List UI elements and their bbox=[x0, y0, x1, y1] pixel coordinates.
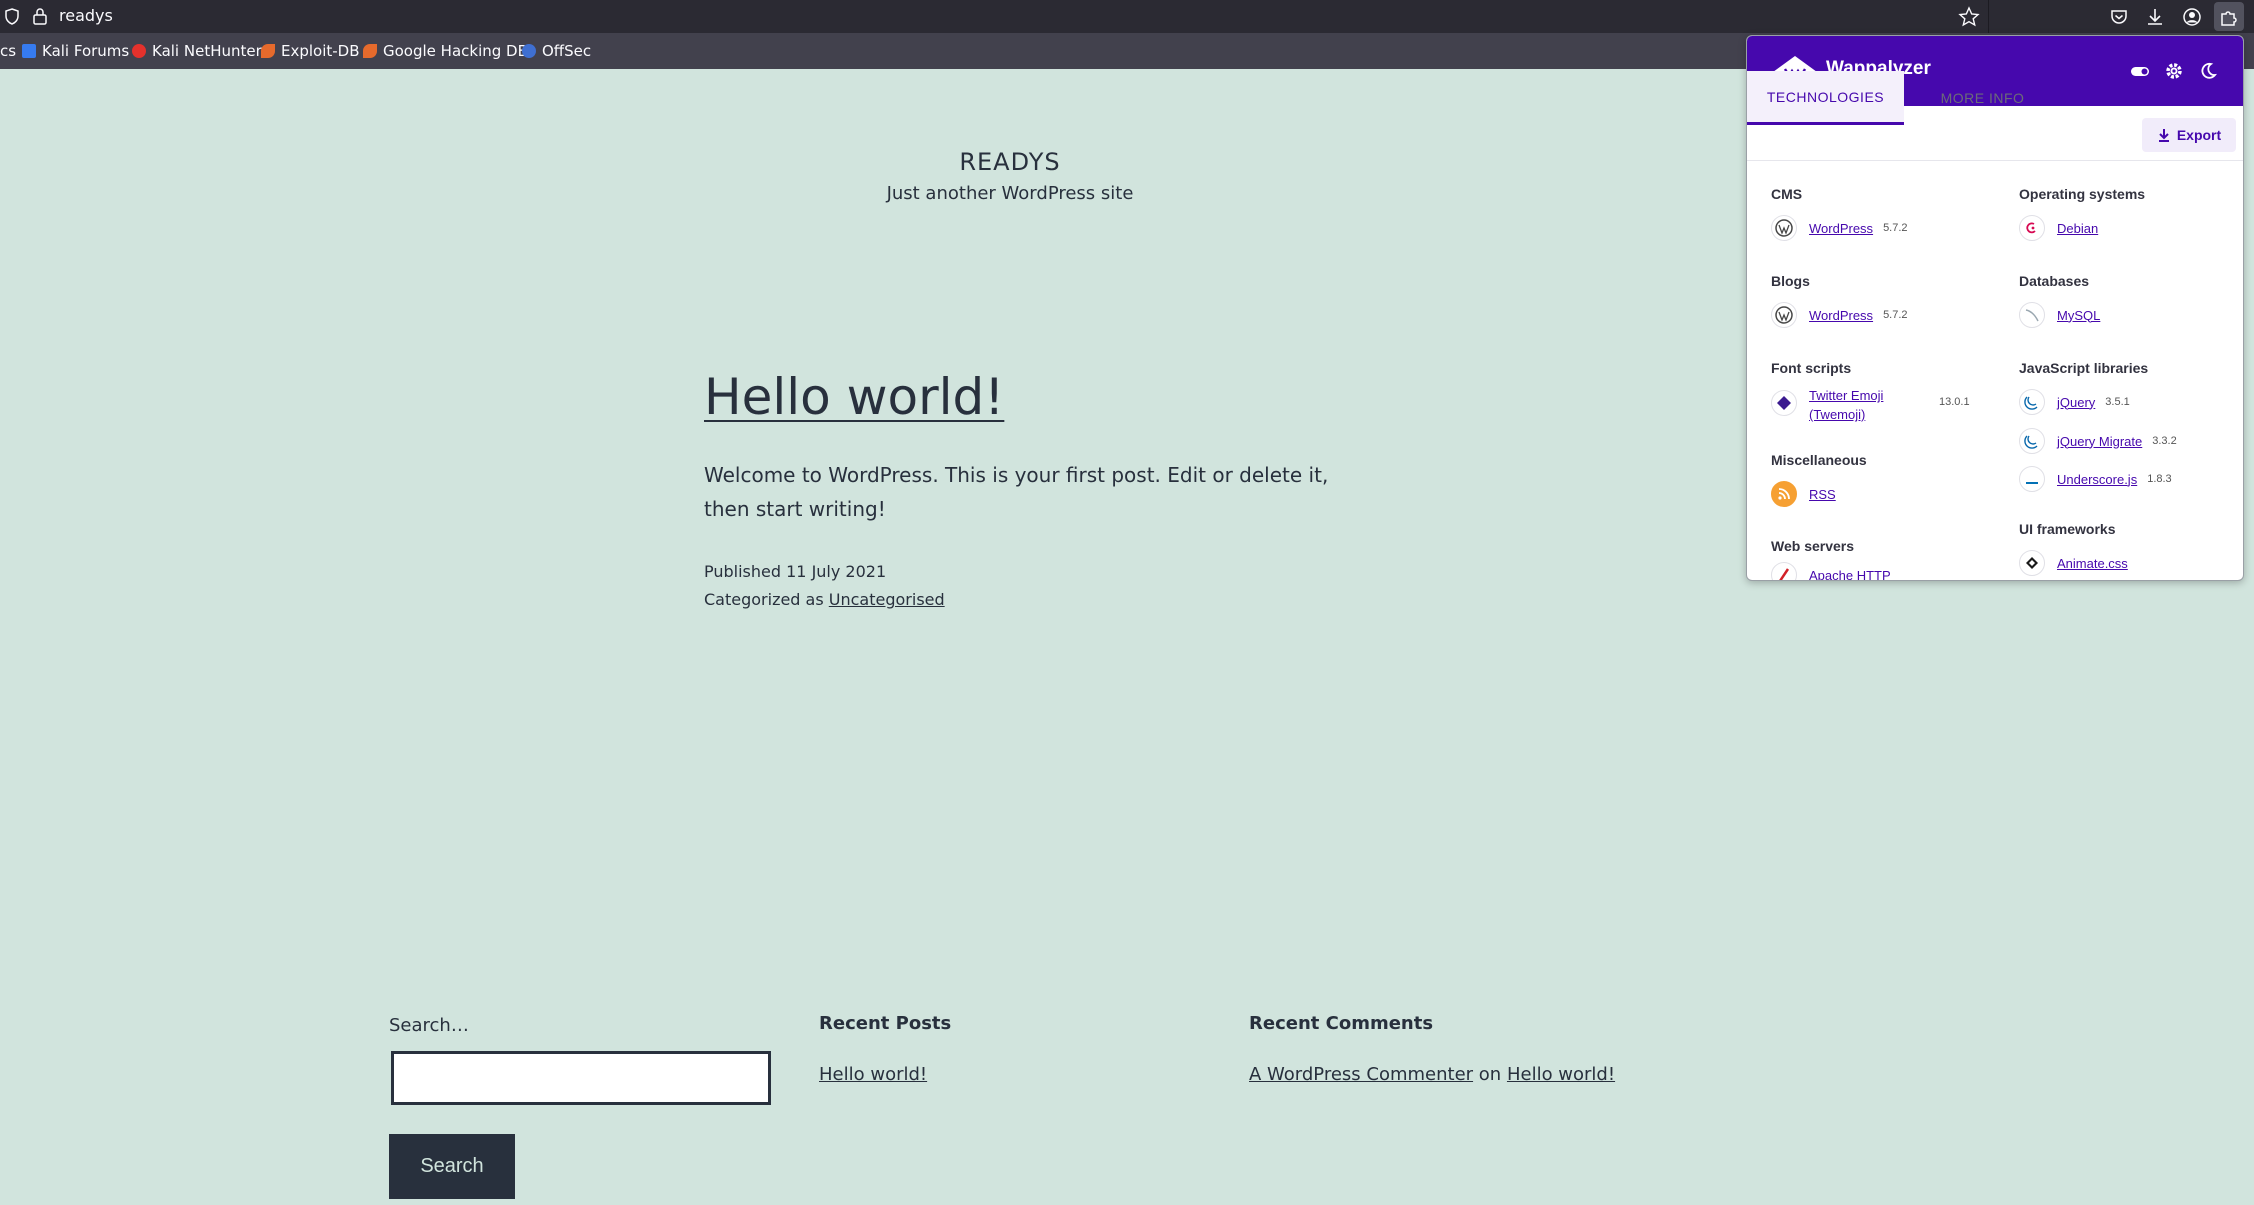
comment-post-link[interactable]: Hello world! bbox=[1507, 1064, 1615, 1085]
wordpress-icon bbox=[1771, 302, 1797, 328]
kali-nethunter-favicon-icon bbox=[132, 44, 146, 58]
tech-item[interactable]: Animate.css bbox=[2019, 550, 2128, 576]
rss-icon bbox=[1771, 481, 1797, 507]
tabs-divider bbox=[1747, 160, 2243, 161]
category-databases: Databases bbox=[2019, 273, 2090, 289]
published-date[interactable]: 11 July 2021 bbox=[786, 562, 886, 581]
tech-item[interactable]: Apache HTTP bbox=[1771, 562, 1891, 580]
tech-item[interactable]: Underscore.js 1.8.3 bbox=[2019, 466, 2172, 492]
account-icon[interactable] bbox=[2181, 6, 2203, 28]
recent-comments-title: Recent Comments bbox=[1249, 1013, 1434, 1034]
tech-item[interactable]: RSS bbox=[1771, 481, 1836, 507]
export-button[interactable]: Export bbox=[2142, 118, 2236, 152]
search-button[interactable]: Search bbox=[389, 1134, 515, 1199]
debian-icon bbox=[2019, 215, 2045, 241]
bookmark-star-icon[interactable] bbox=[1958, 6, 1980, 28]
url-field[interactable]: readys bbox=[59, 6, 113, 25]
mysql-icon bbox=[2019, 302, 2045, 328]
category-miscellaneous: Miscellaneous bbox=[1771, 452, 1867, 468]
twemoji-icon bbox=[1771, 390, 1797, 416]
tech-item[interactable]: Twitter Emoji (Twemoji) 13.0.1 bbox=[1771, 386, 1970, 424]
offsec-favicon-icon bbox=[522, 44, 536, 58]
category-web-servers: Web servers bbox=[1771, 538, 1855, 554]
wordpress-icon bbox=[1771, 215, 1797, 241]
bookmark-item[interactable]: Exploit-DB bbox=[261, 42, 360, 60]
extensions-button[interactable] bbox=[2214, 2, 2244, 31]
bookmark-item[interactable]: cs bbox=[0, 42, 16, 60]
tab-technologies[interactable]: TECHNOLOGIES bbox=[1747, 71, 1904, 125]
download-icon[interactable] bbox=[2144, 6, 2166, 28]
apache-icon bbox=[1771, 562, 1797, 580]
recent-posts-title: Recent Posts bbox=[819, 1013, 952, 1034]
jquery-icon bbox=[2019, 389, 2045, 415]
pocket-icon[interactable] bbox=[2108, 6, 2130, 28]
dark-mode-moon-icon[interactable] bbox=[2198, 61, 2218, 81]
search-label: Search… bbox=[389, 1015, 469, 1036]
google-hacking-db-favicon-icon bbox=[363, 44, 377, 58]
jquery-icon bbox=[2019, 428, 2045, 454]
post-body: Welcome to WordPress. This is your first… bbox=[704, 463, 1329, 521]
exploit-db-favicon-icon bbox=[261, 44, 275, 58]
category-font-scripts: Font scripts bbox=[1771, 360, 1852, 376]
puzzle-icon bbox=[2221, 11, 2237, 26]
tech-item[interactable]: WordPress 5.7.2 bbox=[1771, 302, 1908, 328]
recent-post-link[interactable]: Hello world! bbox=[819, 1064, 927, 1085]
site-title[interactable]: READYS bbox=[0, 148, 2020, 176]
comment-author-link[interactable]: A WordPress Commenter bbox=[1249, 1064, 1473, 1085]
settings-gear-icon[interactable] bbox=[2164, 61, 2184, 81]
tech-item[interactable]: jQuery 3.5.1 bbox=[2019, 389, 2130, 415]
browser-toolbar: readys bbox=[0, 0, 2254, 33]
bookmark-item[interactable]: Kali NetHunter bbox=[132, 42, 262, 60]
category-blogs: Blogs bbox=[1771, 273, 1810, 289]
urlbar-divider bbox=[1988, 0, 1989, 33]
download-icon bbox=[2158, 129, 2169, 142]
wappalyzer-popup: Wappalyzer TECHNOLOGIES MORE INFO Export… bbox=[1746, 35, 2244, 581]
toggle-icon[interactable] bbox=[2130, 61, 2150, 81]
category-link[interactable]: Uncategorised bbox=[829, 590, 945, 609]
tech-item[interactable]: MySQL bbox=[2019, 302, 2100, 328]
tech-item[interactable]: WordPress 5.7.2 bbox=[1771, 215, 1908, 241]
bookmark-item[interactable]: OffSec bbox=[522, 42, 591, 60]
post-title-link[interactable]: Hello world! bbox=[704, 368, 1004, 426]
recent-post-item: Hello world! bbox=[819, 1064, 927, 1085]
kali-forums-favicon-icon bbox=[22, 44, 36, 58]
search-input[interactable] bbox=[391, 1051, 771, 1105]
tech-item[interactable]: jQuery Migrate 3.3.2 bbox=[2019, 428, 2177, 454]
tracking-shield-icon[interactable] bbox=[4, 8, 20, 25]
animate-css-icon bbox=[2019, 550, 2045, 576]
post-meta: Published 11 July 2021 Categorized as Un… bbox=[704, 558, 945, 614]
category-cms: CMS bbox=[1771, 186, 1803, 202]
tab-more-info[interactable]: MORE INFO bbox=[1904, 71, 2061, 125]
published-line: Published 11 July 2021 bbox=[704, 562, 887, 581]
lock-icon[interactable] bbox=[32, 7, 48, 25]
underscore-icon bbox=[2019, 466, 2045, 492]
category-ui-frameworks: UI frameworks bbox=[2019, 521, 2116, 537]
bookmark-item[interactable]: Google Hacking DB bbox=[363, 42, 528, 60]
tech-item[interactable]: Debian bbox=[2019, 215, 2098, 241]
category-javascript-libraries: JavaScript libraries bbox=[2019, 360, 2149, 376]
category-line: Categorized as Uncategorised bbox=[704, 590, 945, 609]
category-operating-systems: Operating systems bbox=[2019, 186, 2146, 202]
bookmark-item[interactable]: Kali Forums bbox=[22, 42, 129, 60]
site-description: Just another WordPress site bbox=[886, 183, 1134, 204]
recent-comment-item: A WordPress Commenter on Hello world! bbox=[1249, 1064, 1616, 1085]
